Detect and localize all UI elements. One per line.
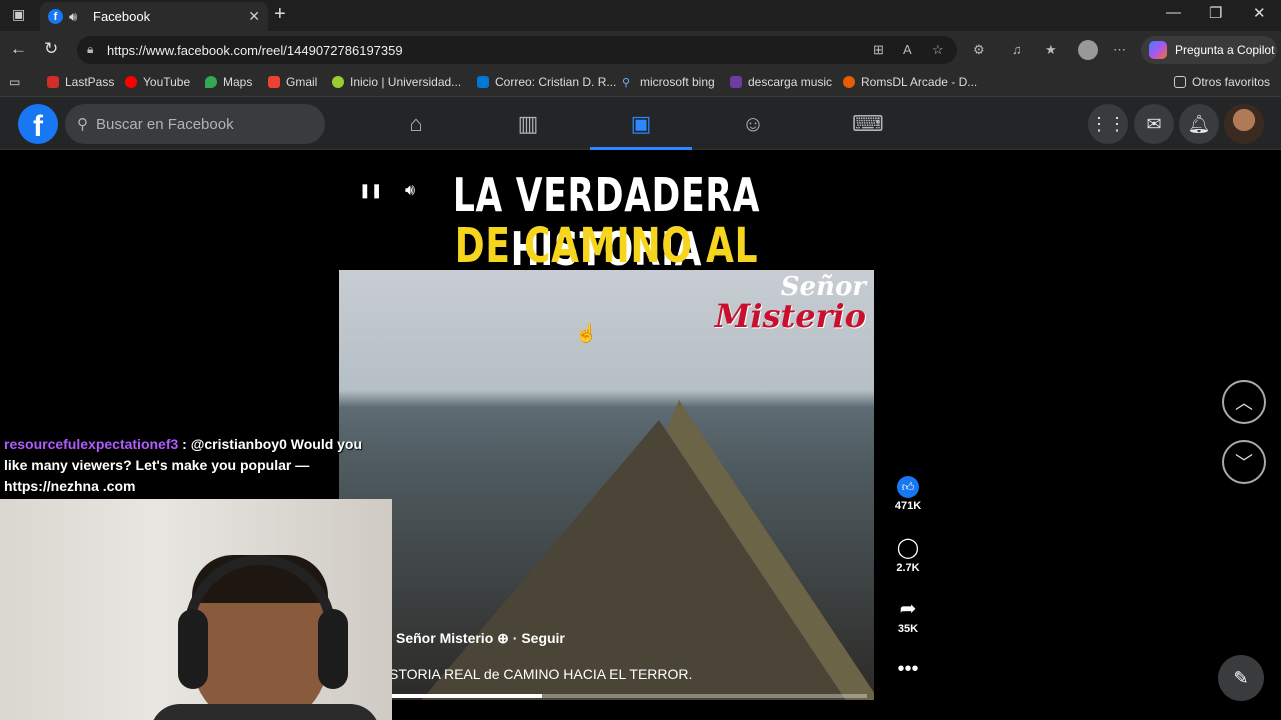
folder-icon xyxy=(1174,76,1186,88)
bookmark-descarga-music[interactable]: descarga music xyxy=(730,75,832,89)
share-icon: ➦ xyxy=(899,598,917,620)
menu-grid-icon[interactable]: ⋮⋮ xyxy=(1088,104,1128,144)
minimize-icon[interactable]: — xyxy=(1166,4,1181,21)
reel-author[interactable]: Señor Misterio ⊕ · Seguir xyxy=(396,630,565,647)
messenger-icon[interactable]: ✉ xyxy=(1134,104,1174,144)
bookmark-romsdl[interactable]: RomsDL Arcade - D... xyxy=(843,75,977,89)
chevron-down-icon: ﹀ xyxy=(1235,453,1253,473)
follow-link[interactable]: · Seguir xyxy=(513,630,565,646)
profile-icon[interactable] xyxy=(1078,40,1098,60)
headphones-left xyxy=(178,609,208,689)
browser-tab-bar: ▣ f 🔊︎ Facebook ✕ + — ❐ ✕ xyxy=(0,0,1281,31)
url-text: https://www.facebook.com/reel/1449072786… xyxy=(107,42,403,58)
favorites-icon[interactable]: ★ xyxy=(1045,42,1057,58)
chevron-up-icon: ︿ xyxy=(1235,393,1253,413)
lastpass-icon xyxy=(47,76,59,88)
performance-icon[interactable]: ♫ xyxy=(1012,42,1022,57)
streamer-shirt xyxy=(150,704,380,720)
extensions-icon[interactable]: ⚙ xyxy=(973,42,985,58)
favorite-star-icon[interactable]: ☆ xyxy=(932,42,944,58)
android-icon xyxy=(332,76,344,88)
bookmark-gmail[interactable]: Gmail xyxy=(268,75,317,89)
read-aloud-icon[interactable]: A xyxy=(903,42,912,57)
music-icon xyxy=(730,76,742,88)
bookmark-maps[interactable]: Maps xyxy=(205,75,252,89)
more-options-button[interactable]: ••• xyxy=(893,657,923,681)
url-field[interactable]: 🔒︎ https://www.facebook.com/reel/1449072… xyxy=(77,36,957,64)
search-icon: ⚲ xyxy=(77,116,88,133)
comment-button[interactable]: ◯ 2.7K xyxy=(893,536,923,574)
feeds-icon[interactable]: ▥ xyxy=(515,111,541,137)
bookmark-universidad[interactable]: Inicio | Universidad... xyxy=(332,75,461,89)
search-icon: ⚲ xyxy=(622,76,634,89)
search-placeholder: Buscar en Facebook xyxy=(96,115,234,133)
back-icon[interactable]: ← xyxy=(10,39,27,59)
bookmark-lastpass[interactable]: LastPass xyxy=(47,75,114,89)
copilot-button[interactable]: Pregunta a Copilot xyxy=(1141,36,1277,64)
reel-video[interactable]: LA VERDADERA HISTORIA DE CAMINO AL TERRO… xyxy=(339,150,874,700)
reel-caption: STORIA REAL de CAMINO HACIA EL TERROR. xyxy=(389,666,693,682)
facebook-logo-icon[interactable]: f xyxy=(18,104,58,144)
bookmarks-bar: ▭ LastPass YouTube Maps Gmail Inicio | U… xyxy=(0,68,1281,97)
app-available-icon[interactable]: ⊞ xyxy=(873,42,884,58)
volume-icon[interactable]: 🔊︎ xyxy=(405,182,415,200)
youtube-icon xyxy=(125,76,137,88)
like-count: 471K xyxy=(894,500,922,512)
reload-icon[interactable]: ↻ xyxy=(44,39,58,59)
next-reel-button[interactable]: ﹀ xyxy=(1222,440,1266,484)
headphones-right xyxy=(318,609,348,689)
facebook-header: f ⚲ Buscar en Facebook ⌂ ▥ ▣ ☺ ⌨ ⋮⋮ ✉ 🔔︎ xyxy=(0,97,1281,150)
facebook-search-input[interactable]: ⚲ Buscar en Facebook xyxy=(65,104,325,144)
bookmark-correo[interactable]: Correo: Cristian D. R... xyxy=(477,75,616,89)
maps-icon xyxy=(205,76,217,88)
restore-icon[interactable]: ❐ xyxy=(1209,4,1222,22)
close-tab-icon[interactable]: ✕ xyxy=(248,8,260,25)
like-button[interactable]: 👍︎ 471K xyxy=(893,476,923,512)
share-count: 35K xyxy=(897,623,919,635)
other-favorites[interactable]: Otros favoritos xyxy=(1174,75,1270,89)
video-progress-bar[interactable] xyxy=(389,694,867,698)
copilot-icon xyxy=(1149,41,1167,59)
speaker-icon[interactable]: 🔊︎ xyxy=(69,9,85,25)
new-tab-icon[interactable]: + xyxy=(274,3,286,26)
account-avatar[interactable] xyxy=(1224,104,1264,144)
hand-cursor-icon: ☝ xyxy=(575,323,598,343)
thumbs-up-icon: 👍︎ xyxy=(897,476,919,498)
bookmark-bing[interactable]: ⚲ microsoft bing xyxy=(622,75,715,89)
notifications-bell-icon[interactable]: 🔔︎ xyxy=(1179,104,1219,144)
lock-icon[interactable]: 🔒︎ xyxy=(87,42,93,57)
tab-actions-icon[interactable]: ▣ xyxy=(12,6,25,23)
compose-button[interactable]: ✎ xyxy=(1218,655,1264,701)
more-menu-icon[interactable]: ⋯ xyxy=(1113,42,1126,58)
globe-icon: ⊕ xyxy=(497,630,509,646)
cliff-shape xyxy=(379,420,874,700)
gaming-icon[interactable]: ⌨ xyxy=(852,111,884,137)
more-dots-icon: ••• xyxy=(897,658,919,680)
reading-list-icon[interactable]: ▭ xyxy=(9,75,20,89)
comment-icon: ◯ xyxy=(896,537,920,559)
romsdl-icon xyxy=(843,76,855,88)
pause-icon[interactable]: ❚❚ xyxy=(359,182,382,199)
copilot-label: Pregunta a Copilot xyxy=(1175,43,1275,57)
previous-reel-button[interactable]: ︿ xyxy=(1222,380,1266,424)
video-icon[interactable]: ▣ xyxy=(628,111,654,137)
gmail-icon xyxy=(268,76,280,88)
comment-count: 2.7K xyxy=(896,562,920,574)
home-icon[interactable]: ⌂ xyxy=(403,111,429,137)
channel-watermark: Señor Misterio xyxy=(714,272,866,335)
webcam-feed xyxy=(0,499,392,720)
edit-icon: ✎ xyxy=(1233,667,1249,688)
chat-username: resourcefulexpectationef3 xyxy=(4,436,179,452)
tab-facebook[interactable]: f 🔊︎ Facebook ✕ xyxy=(40,2,268,31)
close-window-icon[interactable]: ✕ xyxy=(1253,4,1266,22)
groups-icon[interactable]: ☺ xyxy=(740,111,766,137)
outlook-icon xyxy=(477,76,489,88)
tab-title: Facebook xyxy=(93,9,151,24)
facebook-favicon-icon: f xyxy=(48,9,63,24)
address-bar-row: ← ↻ 🔒︎ https://www.facebook.com/reel/144… xyxy=(0,31,1281,68)
progress-fill xyxy=(389,694,542,698)
bookmark-youtube[interactable]: YouTube xyxy=(125,75,190,89)
share-button[interactable]: ➦ 35K xyxy=(893,597,923,635)
chat-overlay: resourcefulexpectationef3 : @cristianboy… xyxy=(4,434,384,497)
